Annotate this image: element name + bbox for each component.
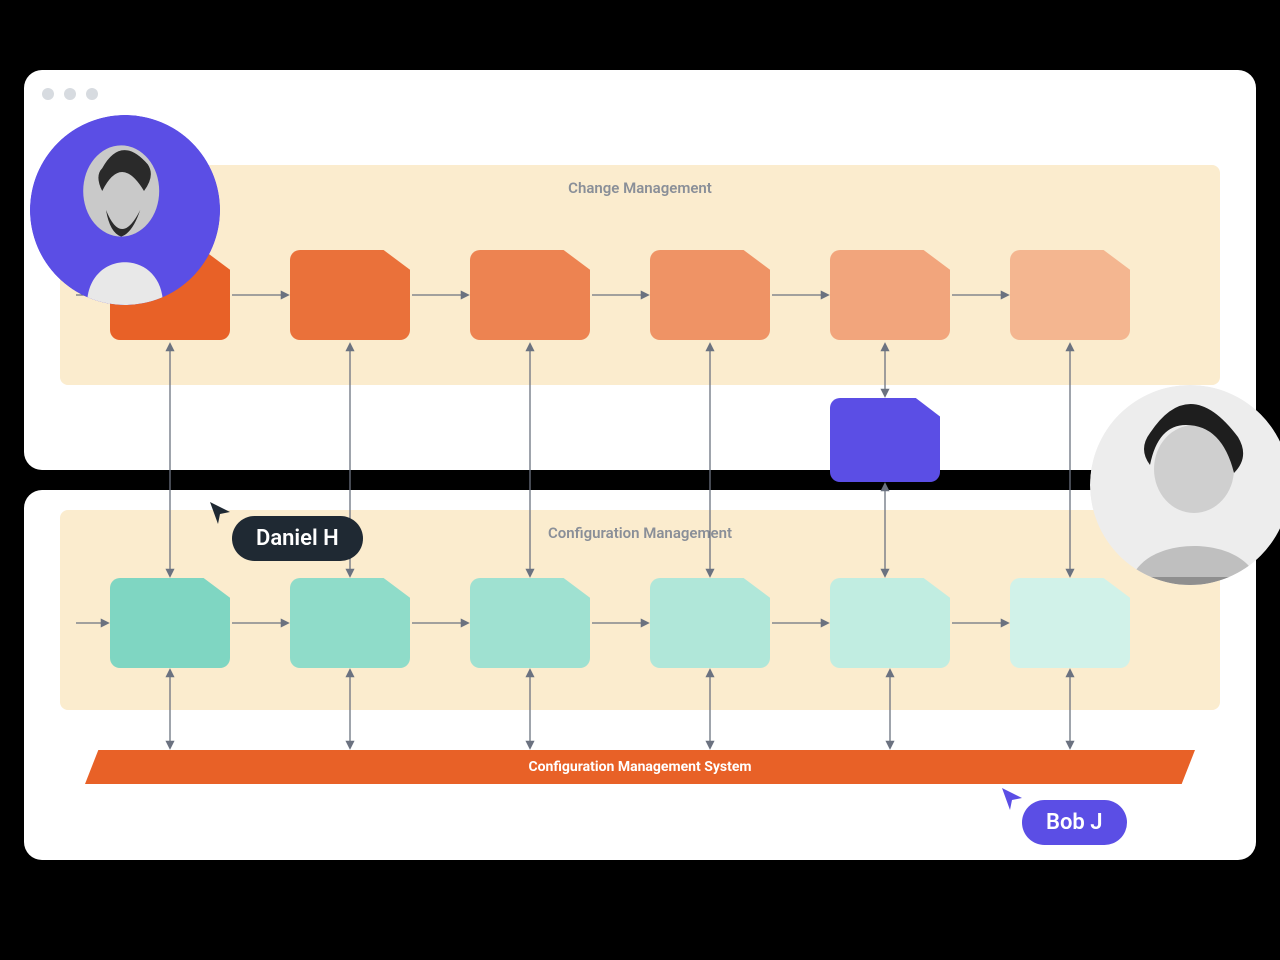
change-node-5[interactable] [830,250,950,340]
config-node-1[interactable] [110,578,230,668]
change-node-6[interactable] [1010,250,1130,340]
intermediate-node[interactable] [830,398,940,482]
dot-icon [42,88,54,100]
config-node-4[interactable] [650,578,770,668]
change-node-2[interactable] [290,250,410,340]
collaborator-avatar-bob [1090,385,1280,585]
config-node-3[interactable] [470,578,590,668]
collaborator-tag-daniel[interactable]: Daniel H [232,516,363,561]
cursor-icon [208,500,234,526]
collaborator-tag-bob[interactable]: Bob J [1022,800,1127,845]
cursor-icon [1000,786,1026,812]
lane-title: Change Management [60,165,1220,197]
lane-config-system-bar[interactable]: Configuration Management System [85,750,1195,784]
system-bar-label: Configuration Management System [528,759,751,775]
dot-icon [64,88,76,100]
change-node-3[interactable] [470,250,590,340]
dot-icon [86,88,98,100]
config-node-2[interactable] [290,578,410,668]
collaborator-name: Bob J [1046,810,1103,835]
collaborator-name: Daniel H [256,526,339,551]
config-node-6[interactable] [1010,578,1130,668]
change-node-4[interactable] [650,250,770,340]
collaborator-avatar-daniel [30,115,220,305]
config-node-5[interactable] [830,578,950,668]
window-dots [42,88,98,100]
